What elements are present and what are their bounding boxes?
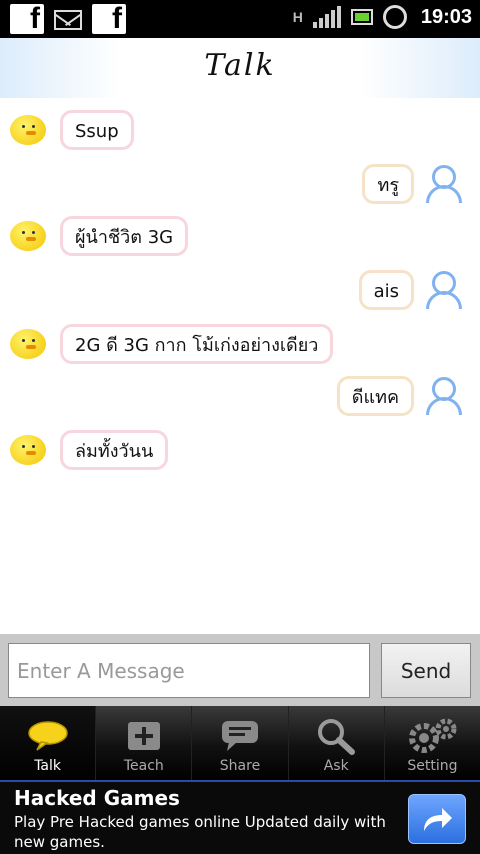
chat-message-bot: Ssup [10,110,134,150]
status-time: 19:03 [420,5,472,28]
bot-message-bubble: ล่มทั้งวันน [60,430,169,470]
bot-chick-avatar-icon [10,327,48,361]
message-composer: Send [0,634,480,706]
user-message-bubble: ดีแทค [336,376,414,416]
send-button[interactable]: Send [381,643,471,698]
ad-text: Play Pre Hacked games online Updated dai… [14,813,386,851]
system-icons: H 19:03 [293,5,472,29]
ad-action-button[interactable] [408,794,466,844]
bot-message-bubble: Ssup [60,110,134,150]
ad-title: Hacked Games [14,786,180,810]
tab-setting[interactable]: Setting [385,706,480,780]
chat-message-user: ทรู [362,164,462,204]
ad-banner[interactable]: Hacked Games Play Pre Hacked games onlin… [0,780,480,854]
page-title: Talk [204,48,276,83]
chat-list[interactable]: Ssup ทรู ผู้นำชีวิต 3G ais 2G ดี 3G กาก … [0,98,480,634]
bot-message-bubble: ผู้นำชีวิต 3G [60,216,189,256]
user-avatar-icon [426,377,462,415]
tab-label: Teach [123,758,164,774]
tab-ask[interactable]: Ask [289,706,385,780]
status-bar: f f H 19:03 [0,0,480,38]
network-type-indicator: H [292,9,303,25]
signal-strength-icon [312,6,341,28]
user-message-bubble: ทรู [362,164,414,204]
facebook-notification-icon: f [92,2,126,35]
chat-message-bot: ล่มทั้งวันน [10,430,169,470]
user-avatar-icon [426,165,462,203]
bot-message-bubble: 2G ดี 3G กาก โม้เก่งอย่างเดียว [60,324,334,364]
gears-icon [406,716,458,756]
user-avatar-icon [426,271,462,309]
chat-message-user: ais [358,270,462,310]
mail-notification-icon [54,10,82,30]
tab-share[interactable]: Share [192,706,289,780]
notification-icons: f f [10,2,126,35]
chat-message-bot: 2G ดี 3G กาก โม้เก่งอย่างเดียว [10,324,334,364]
alarm-clock-icon [382,5,407,29]
magnifier-icon [316,716,356,756]
app-header: Talk [0,38,480,98]
speech-bubble-icon [27,716,69,756]
share-arrow-icon [424,808,452,831]
tab-teach[interactable]: Teach [96,706,193,780]
message-input[interactable] [8,643,370,698]
user-message-bubble: ais [358,270,414,310]
chat-message-user: ดีแทค [336,376,462,416]
tab-label: Talk [34,758,61,774]
tab-label: Share [219,758,261,774]
chat-share-icon [221,716,259,756]
facebook-check-notification-icon: f [10,2,44,35]
tab-talk[interactable]: Talk [0,706,97,780]
bot-chick-avatar-icon [10,113,48,147]
chat-message-bot: ผู้นำชีวิต 3G [10,216,189,256]
tab-label: Ask [323,758,349,774]
bot-chick-avatar-icon [10,433,48,467]
tab-label: Setting [407,758,458,774]
bottom-tab-bar: Talk Teach Share Ask Setting [0,706,480,780]
plus-box-icon [127,716,161,756]
bot-chick-avatar-icon [10,219,48,253]
battery-icon [350,9,373,25]
